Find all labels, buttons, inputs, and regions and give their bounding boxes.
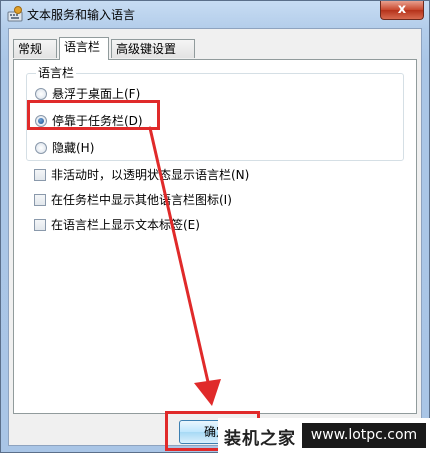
tab-advanced-key-settings[interactable]: 高级键设置 — [111, 39, 195, 58]
keyboard-globe-icon — [7, 6, 23, 22]
radio-button-checked-icon[interactable] — [35, 115, 47, 127]
radio-label: 隐藏(H) — [52, 141, 95, 155]
close-button[interactable]: x — [380, 1, 424, 20]
language-bar-group: 语言栏 悬浮于桌面上(F) 停靠于任务栏(D) 隐藏(H) — [26, 66, 404, 161]
close-icon: x — [397, 2, 407, 17]
checkbox-icon[interactable] — [34, 169, 46, 181]
tab-language-bar[interactable]: 语言栏 — [59, 37, 109, 60]
title-bar[interactable]: 文本服务和输入语言 x — [1, 1, 429, 28]
group-label: 语言栏 — [36, 66, 77, 80]
checkbox-label: 在任务栏中显示其他语言栏图标(I) — [51, 193, 232, 207]
window-title: 文本服务和输入语言 — [27, 8, 136, 22]
dialog-client-area: 常规 语言栏 高级键设置 语言栏 悬浮于桌面上(F) 停靠于任务栏(D) 隐藏(… — [8, 28, 422, 446]
watermark-logo: 装机之家 — [224, 429, 296, 449]
radio-label: 停靠于任务栏(D) — [52, 114, 143, 128]
watermark: 装机之家 www.lotpc.com — [218, 418, 430, 453]
checkbox-icon[interactable] — [34, 219, 46, 231]
radio-label: 悬浮于桌面上(F) — [52, 87, 141, 101]
dialog-window: 文本服务和输入语言 x 常规 语言栏 高级键设置 语言栏 悬浮于桌面上(F) 停… — [0, 0, 430, 453]
checkbox-icon[interactable] — [34, 194, 46, 206]
watermark-url: www.lotpc.com — [302, 423, 426, 448]
radio-button-icon[interactable] — [35, 142, 47, 154]
checkbox-label: 非活动时，以透明状态显示语言栏(N) — [51, 168, 250, 182]
tab-panel-language-bar: 语言栏 悬浮于桌面上(F) 停靠于任务栏(D) 隐藏(H) 非活动时，以透明状态… — [13, 59, 417, 414]
tab-general[interactable]: 常规 — [13, 39, 57, 58]
radio-button-icon[interactable] — [35, 88, 47, 100]
checkbox-label: 在语言栏上显示文本标签(E) — [51, 218, 200, 232]
